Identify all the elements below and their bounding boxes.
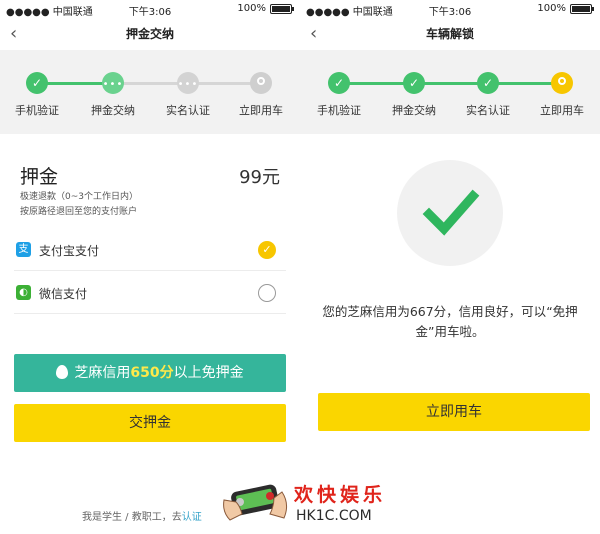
battery-icon xyxy=(570,4,594,14)
sesame-credit-button[interactable]: 芝麻信用650分以上免押金 xyxy=(14,354,286,392)
refund-path-note: 按原路径退回至您的支付账户 xyxy=(20,207,138,217)
credit-result-message: 您的芝麻信用为667分，信用良好，可以“免押金”用车啦。 xyxy=(322,304,578,339)
step-use-bike: 立即用车 xyxy=(224,72,298,118)
student-verify-note: 我是学生 / 教职工，去认证 xyxy=(82,508,202,523)
chevron-left-icon[interactable]: ‹ xyxy=(310,18,317,50)
step-label: 实名认证 xyxy=(466,104,510,117)
check-icon: ✓ xyxy=(328,72,350,94)
wechat-icon: ◐ xyxy=(16,285,31,300)
check-icon: ✓ xyxy=(403,72,425,94)
radio-unselected-icon[interactable] xyxy=(258,284,276,302)
sesame-drop-icon xyxy=(56,365,69,379)
radio-selected-icon[interactable]: ✓ xyxy=(258,241,276,259)
checkmark-icon xyxy=(422,189,480,236)
page-title: 车辆解锁 xyxy=(425,27,474,41)
step-use-bike: 立即用车 xyxy=(525,72,599,118)
location-pin-icon xyxy=(250,72,272,94)
ellipsis-icon: ••• xyxy=(177,72,199,94)
status-bar: ●●●●● 中国联通 下午3:06 100% xyxy=(300,0,600,18)
credit-score: 650分 xyxy=(130,365,174,381)
ellipsis-icon: ••• xyxy=(102,72,124,94)
battery-percent: 100% xyxy=(237,3,266,14)
step-deposit: ✓ 押金交纳 xyxy=(377,72,451,118)
check-icon: ✓ xyxy=(477,72,499,94)
progress-steps: ✓ 手机验证 ✓ 押金交纳 ✓ 实名认证 立即用车 xyxy=(300,50,600,134)
payment-option-alipay[interactable]: 支 支付宝支付 ✓ xyxy=(14,229,286,271)
pay-deposit-button[interactable]: 交押金 xyxy=(14,404,286,442)
deposit-amount: 99元 xyxy=(239,167,280,188)
step-phone-verify: ✓ 手机验证 xyxy=(0,72,74,118)
step-realname: ✓ 实名认证 xyxy=(451,72,525,118)
step-label: 手机验证 xyxy=(15,104,59,117)
step-label: 实名认证 xyxy=(166,104,210,117)
use-bike-button[interactable]: 立即用车 xyxy=(318,393,590,431)
battery-icon xyxy=(270,4,294,14)
verify-link[interactable]: 认证 xyxy=(182,512,202,523)
step-phone-verify: ✓ 手机验证 xyxy=(302,72,376,118)
step-deposit: ••• 押金交纳 xyxy=(76,72,150,118)
alipay-icon: 支 xyxy=(16,242,31,257)
step-realname: ••• 实名认证 xyxy=(151,72,225,118)
chevron-left-icon[interactable]: ‹ xyxy=(10,18,17,50)
nav-bar: ‹ 押金交纳 xyxy=(0,18,300,50)
step-label: 手机验证 xyxy=(317,104,361,117)
watermark-title: 欢快娱乐 xyxy=(294,484,387,506)
step-label: 押金交纳 xyxy=(91,104,135,117)
gamepad-hands-icon xyxy=(223,484,288,521)
success-check-icon xyxy=(397,160,503,266)
refund-note: 极速退款（0~3个工作日内） xyxy=(20,192,138,202)
credit-prefix: 芝麻信用 xyxy=(74,365,131,381)
step-label: 押金交纳 xyxy=(392,104,436,117)
battery-percent: 100% xyxy=(537,3,566,14)
check-icon: ✓ xyxy=(26,72,48,94)
deposit-title: 押金 xyxy=(20,166,59,188)
status-bar: ●●●●● 中国联通 下午3:06 100% xyxy=(0,0,300,18)
location-pin-icon xyxy=(551,72,573,94)
nav-bar: ‹ 车辆解锁 xyxy=(300,18,600,50)
credit-suffix: 以上免押金 xyxy=(173,365,244,381)
page-title: 押金交纳 xyxy=(125,27,174,41)
payment-option-wechat[interactable]: ◐ 微信支付 xyxy=(14,272,286,314)
payment-label: 微信支付 xyxy=(39,287,88,301)
step-label: 立即用车 xyxy=(239,104,283,117)
unlock-screen: ●●●●● 中国联通 下午3:06 100% ‹ 车辆解锁 ✓ 手机验证 ✓ 押… xyxy=(300,0,600,534)
step-label: 立即用车 xyxy=(540,104,584,117)
watermark: 欢快娱乐 HK1C.COM xyxy=(220,478,390,530)
deposit-screen: ●●●●● 中国联通 下午3:06 100% ‹ 押金交纳 ✓ 手机验证 •••… xyxy=(0,0,300,534)
payment-label: 支付宝支付 xyxy=(39,244,100,258)
progress-steps: ✓ 手机验证 ••• 押金交纳 ••• 实名认证 立即用车 xyxy=(0,50,300,134)
watermark-url: HK1C.COM xyxy=(296,508,372,524)
student-note-text: 我是学生 / 教职工，去 xyxy=(82,512,182,523)
